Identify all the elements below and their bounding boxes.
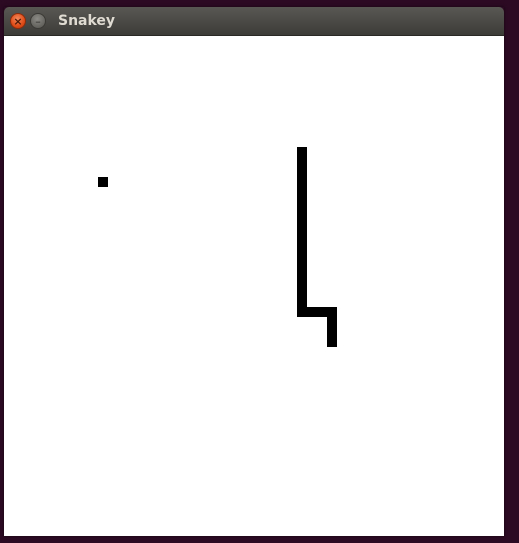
snake-tail-segment bbox=[297, 147, 307, 157]
snake-segment bbox=[327, 307, 337, 317]
snake-segment bbox=[297, 277, 307, 287]
snake-segment bbox=[297, 217, 307, 227]
minimize-icon: – bbox=[35, 14, 41, 28]
close-button[interactable]: × bbox=[10, 13, 26, 29]
snake-segment bbox=[297, 287, 307, 297]
snake-segment bbox=[297, 197, 307, 207]
window-title: Snakey bbox=[58, 13, 116, 29]
snake-segment bbox=[307, 307, 317, 317]
snake-segment bbox=[327, 327, 337, 337]
app-window: × – Snakey bbox=[4, 7, 504, 536]
snake-head-segment bbox=[327, 337, 337, 347]
snake-segment bbox=[297, 307, 307, 317]
snake-segment bbox=[297, 257, 307, 267]
snake-segment bbox=[317, 307, 327, 317]
close-icon: × bbox=[13, 14, 23, 28]
minimize-button[interactable]: – bbox=[30, 13, 46, 29]
snake-segment bbox=[297, 157, 307, 167]
food-pellet bbox=[98, 177, 108, 187]
snake-segment bbox=[297, 247, 307, 257]
snake-segment bbox=[297, 207, 307, 217]
snake-segment bbox=[297, 187, 307, 197]
snake-segment bbox=[297, 237, 307, 247]
snake-segment bbox=[297, 227, 307, 237]
game-board[interactable] bbox=[4, 36, 504, 536]
snake-segment bbox=[297, 297, 307, 307]
snake-segment bbox=[297, 167, 307, 177]
game-board-svg bbox=[98, 147, 337, 347]
snake-segment bbox=[327, 317, 337, 327]
title-bar[interactable]: × – Snakey bbox=[4, 7, 504, 36]
snake-segment bbox=[297, 267, 307, 277]
snake-segment bbox=[297, 177, 307, 187]
